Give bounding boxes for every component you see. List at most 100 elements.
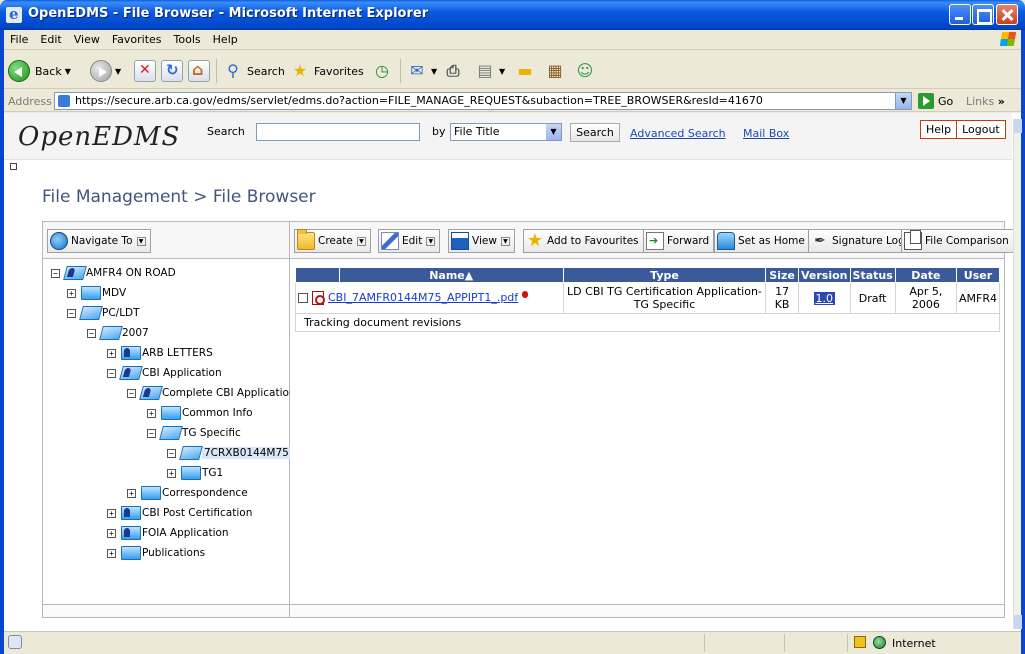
mail-dropdown-icon[interactable]: ▼ [431,67,437,76]
tree-node[interactable]: − Complete CBI Application [127,384,296,402]
folder-closed-icon [141,486,161,500]
print-button[interactable]: ⎙ [442,58,464,84]
close-button[interactable] [996,4,1018,25]
help-button[interactable]: Help [921,121,956,138]
tree-node[interactable]: + ARB LETTERS [107,344,213,362]
tree-toggle-icon[interactable]: + [167,468,176,478]
tree-node[interactable]: + TG1 [167,464,223,482]
tree-toggle-icon[interactable]: + [127,488,136,498]
tree-node[interactable]: + CBI Post Certification [107,504,252,522]
file-name-link[interactable]: CBI_7AMFR0144M75_APPIPT1_.pdf [328,291,518,304]
navigate-to-button[interactable]: Navigate To ▼ [47,229,151,253]
menu-file[interactable]: File [4,30,34,46]
tree-node[interactable]: + Publications [107,544,205,562]
col-date-header[interactable]: Date [894,267,957,283]
back-dropdown-icon[interactable]: ▼ [65,67,71,76]
menu-view[interactable]: View [68,30,106,46]
col-select-header [295,267,340,283]
tree-node[interactable]: − CBI Application [107,364,222,382]
tree-toggle-icon[interactable]: − [51,268,60,278]
forward-action-button[interactable]: Forward [643,229,715,253]
internet-zone-icon [873,636,886,649]
tree-node[interactable]: + FOIA Application [107,524,229,542]
tree-toggle-icon[interactable]: + [147,408,156,418]
edit-page-dropdown-icon[interactable]: ▼ [499,67,505,76]
search-toolbar-button[interactable]: ⚲ Search [222,58,285,84]
mail-box-link[interactable]: Mail Box [743,127,789,140]
tree-toggle-icon[interactable]: + [107,528,116,538]
favorites-toolbar-button[interactable]: ★ Favorites [289,58,364,84]
create-button[interactable]: Create ▼ [294,229,371,253]
table-row-description: Tracking document revisions [295,313,1000,332]
minimize-button[interactable] [949,4,971,25]
logout-button[interactable]: Logout [956,121,1005,138]
advanced-search-link[interactable]: Advanced Search [630,127,726,140]
go-button[interactable]: Go [918,92,953,110]
tree-toggle-icon[interactable]: − [87,328,96,338]
file-actions-toolbar: Create ▼ Edit ▼ View ▼ ★ Add to Favourit… [290,222,1014,259]
col-version-header[interactable]: Version [798,267,851,283]
back-button[interactable]: Back ▼ [8,58,71,84]
search-by-select[interactable]: File Title ▼ [450,123,562,141]
menu-tools[interactable]: Tools [168,30,207,46]
select-dropdown-icon[interactable]: ▼ [546,124,561,140]
research-button[interactable]: ▦ [544,58,566,84]
tree-toggle-icon[interactable]: + [107,348,116,358]
tree-toggle-icon[interactable]: + [67,288,76,298]
tree-node[interactable]: + MDV [67,284,126,302]
tree-toggle-icon[interactable]: − [127,388,136,398]
version-link[interactable]: 1.0 [813,291,835,305]
signature-log-button[interactable]: ✒ Signature Log [808,229,910,253]
col-type-header[interactable]: Type [562,267,767,283]
forward-button[interactable]: ▼ [90,58,121,84]
menu-edit[interactable]: Edit [34,30,67,46]
forward-dropdown-icon[interactable]: ▼ [115,67,121,76]
links-button[interactable]: Links » [966,95,1005,108]
scroll-up-icon[interactable] [1014,119,1022,133]
tree-node[interactable]: − PC/LDT [67,304,140,322]
tree-node[interactable]: + Common Info [147,404,253,422]
tree-node[interactable]: − AMFR4 ON ROAD [51,264,176,282]
folder-button[interactable]: ▬ [514,58,536,84]
history-button[interactable]: ◷ [371,58,393,84]
menu-favorites[interactable]: Favorites [106,30,168,46]
tree-toggle-icon[interactable]: − [147,428,156,438]
edit-button[interactable]: Edit ▼ [378,229,441,253]
messenger-button[interactable]: ☺ [574,58,596,84]
maximize-button[interactable] [972,4,994,25]
tree-toggle-icon[interactable]: + [107,508,116,518]
set-as-home-button[interactable]: Set as Home [714,229,810,253]
col-size-header[interactable]: Size [765,267,799,283]
col-user-header[interactable]: User [955,267,1001,283]
tree-node[interactable]: − 2007 [87,324,149,342]
tree-toggle-icon[interactable]: − [167,448,176,458]
stop-button[interactable] [134,58,156,84]
view-button[interactable]: View ▼ [448,229,515,253]
row-select-checkbox[interactable] [298,293,308,303]
address-input[interactable]: https://secure.arb.ca.gov/edms/servlet/e… [54,92,912,110]
refresh-button[interactable] [161,58,183,84]
tree-node[interactable]: + Correspondence [127,484,248,502]
tree-toggle-icon[interactable]: − [107,368,116,378]
tree-node[interactable]: − TG Specific [147,424,241,442]
vertical-scrollbar[interactable] [1013,119,1022,629]
header-search-button[interactable]: Search [570,123,620,142]
address-bar: Address https://secure.arb.ca.gov/edms/s… [4,90,1021,112]
security-zone-label: Internet [892,637,936,650]
file-comparison-button[interactable]: File Comparison [901,229,1014,253]
address-dropdown-icon[interactable]: ▼ [895,93,911,109]
col-status-header[interactable]: Status [849,267,896,283]
folder-closed-icon [161,406,181,420]
col-name-header[interactable]: Name▲ [338,267,564,283]
menu-help[interactable]: Help [207,30,244,46]
edit-page-button[interactable]: ▤ ▼ [474,58,505,84]
tree-toggle-icon[interactable]: + [107,548,116,558]
frame-collapse-icon[interactable] [10,163,17,170]
tree-node-selected[interactable]: − 7CRXB0144M75 [167,444,291,462]
header-search-input[interactable] [256,123,420,141]
mail-button[interactable]: ✉ ▼ [406,58,437,84]
home-button[interactable] [188,58,210,84]
tree-toggle-icon[interactable]: − [67,308,76,318]
scroll-down-icon[interactable] [1014,615,1022,629]
add-to-favourites-button[interactable]: ★ Add to Favourites [523,229,644,253]
